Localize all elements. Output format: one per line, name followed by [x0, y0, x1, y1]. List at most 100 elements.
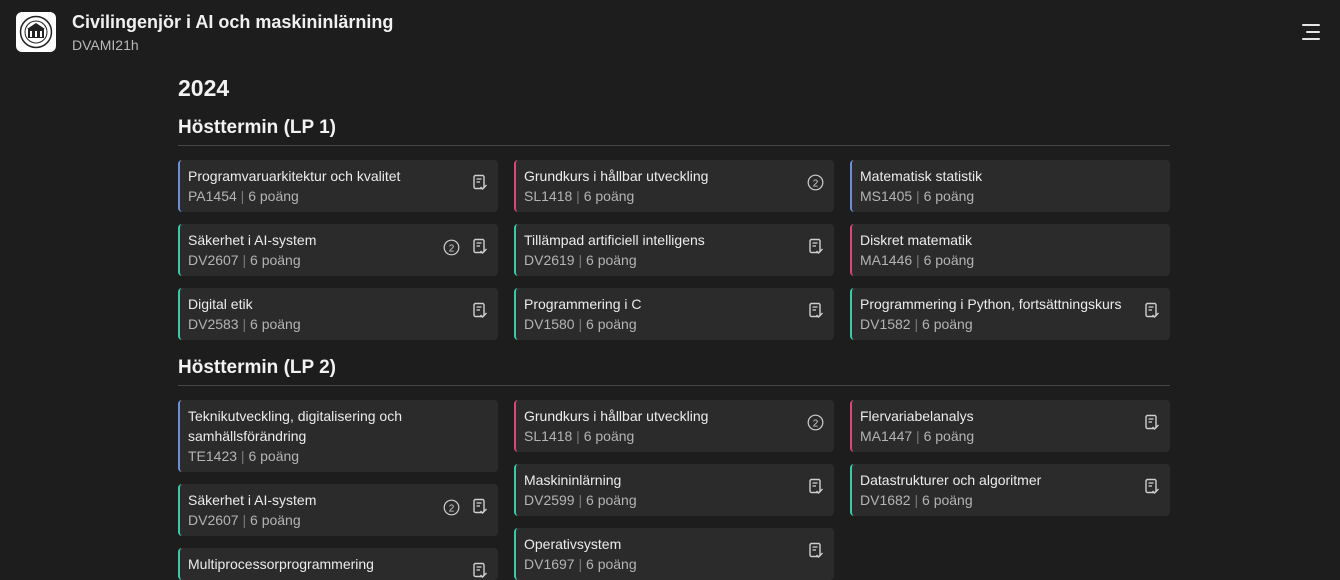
course-name: Flervariabelanalys [860, 408, 974, 424]
course-card[interactable]: Säkerhet i AI-system DV2607 | 6 poäng 2 [178, 224, 498, 276]
svg-text:2: 2 [449, 503, 455, 514]
course-card[interactable]: Multiprocessorprogrammering [178, 548, 498, 580]
circled-two-icon[interactable]: 2 [443, 239, 460, 256]
course-code: DV2583 [188, 316, 239, 332]
course-card[interactable]: Datastrukturer och algoritmer DV1682 | 6 … [850, 464, 1170, 516]
course-points: 6 poäng [248, 448, 300, 464]
course-name: Teknikutveckling, digitalisering och sam… [188, 408, 402, 444]
course-card[interactable]: Programmering i C DV1580 | 6 poäng [514, 288, 834, 340]
document-check-icon[interactable] [472, 498, 488, 516]
course-code: DV2607 [188, 512, 239, 528]
course-icons [1144, 414, 1160, 432]
course-code: MA1446 [860, 252, 913, 268]
course-name: Operativsystem [524, 536, 622, 552]
course-meta: SL1418 | 6 poäng [524, 426, 794, 446]
course-icons [808, 238, 824, 256]
course-code: DV1697 [524, 556, 575, 572]
document-check-icon[interactable] [472, 238, 488, 256]
program-title: Civilingenjör i AI och maskininlärning [72, 12, 394, 32]
course-name: Tillämpad artificiell intelligens [524, 232, 705, 248]
course-name: Datastrukturer och algoritmer [860, 472, 1042, 488]
document-check-icon[interactable] [472, 174, 488, 192]
course-points: 6 poäng [923, 252, 975, 268]
course-code: SL1418 [524, 428, 573, 444]
course-meta: MA1446 | 6 poäng [860, 250, 1130, 270]
course-icons: 2 [443, 498, 488, 516]
separator: | [238, 512, 251, 528]
course-card[interactable]: Grundkurs i hållbar utveckling SL1418 | 6… [514, 160, 834, 212]
document-check-icon[interactable] [808, 302, 824, 320]
course-meta: DV2619 | 6 poäng [524, 250, 794, 270]
course-meta: DV1580 | 6 poäng [524, 314, 794, 334]
circled-two-icon[interactable]: 2 [443, 499, 460, 516]
course-points: 6 poäng [922, 492, 973, 508]
separator: | [574, 316, 587, 332]
course-card[interactable]: Matematisk statistik MS1405 | 6 poäng [850, 160, 1170, 212]
svg-text:2: 2 [813, 178, 819, 189]
course-card[interactable]: Diskret matematik MA1446 | 6 poäng [850, 224, 1170, 276]
course-name: Programvaruarkitektur och kvalitet [188, 168, 401, 184]
course-meta: DV1697 | 6 poäng [524, 554, 794, 574]
svg-text:2: 2 [449, 243, 455, 254]
course-card[interactable]: Digital etik DV2583 | 6 poäng [178, 288, 498, 340]
course-card[interactable]: Flervariabelanalys MA1447 | 6 poäng [850, 400, 1170, 452]
course-icons [1144, 302, 1160, 320]
program-code: DVAMI21h [72, 37, 139, 53]
course-icons [808, 542, 824, 560]
course-points: 6 poäng [583, 188, 635, 204]
document-check-icon[interactable] [472, 562, 488, 580]
course-card[interactable]: Programmering i Python, fortsättningskur… [850, 288, 1170, 340]
course-meta: SL1418 | 6 poäng [524, 186, 794, 206]
document-check-icon[interactable] [808, 478, 824, 496]
document-check-icon[interactable] [472, 302, 488, 320]
course-points: 6 poäng [583, 428, 635, 444]
course-meta: MS1405 | 6 poäng [860, 186, 1130, 206]
course-card[interactable]: Tillämpad artificiell intelligens DV2619 … [514, 224, 834, 276]
course-points: 6 poäng [586, 556, 637, 572]
course-points: 6 poäng [923, 188, 975, 204]
course-meta: DV2583 | 6 poäng [188, 314, 458, 334]
course-code: DV2599 [524, 492, 575, 508]
app-header: Civilingenjör i AI och maskininlärning D… [0, 0, 1340, 64]
course-icons [472, 562, 488, 580]
document-check-icon[interactable] [1144, 302, 1160, 320]
separator: | [910, 492, 923, 508]
circled-two-icon[interactable]: 2 [807, 174, 824, 191]
document-check-icon[interactable] [1144, 414, 1160, 432]
separator: | [238, 316, 251, 332]
separator: | [574, 252, 587, 268]
course-meta: DV2607 | 6 poäng [188, 510, 458, 530]
document-check-icon[interactable] [808, 542, 824, 560]
course-card[interactable]: Grundkurs i hållbar utveckling SL1418 | 6… [514, 400, 834, 452]
document-check-icon[interactable] [1144, 478, 1160, 496]
course-code: DV1580 [524, 316, 575, 332]
course-points: 6 poäng [250, 316, 301, 332]
course-name: Digital etik [188, 296, 253, 312]
separator: | [912, 428, 924, 444]
course-card[interactable]: Operativsystem DV1697 | 6 poäng [514, 528, 834, 580]
term-heading-lp2: Hösttermin (LP 2) [178, 357, 1170, 386]
separator: | [912, 252, 924, 268]
course-points: 6 poäng [923, 428, 975, 444]
course-name: Maskininlärning [524, 472, 622, 488]
course-name: Grundkurs i hållbar utveckling [524, 168, 709, 184]
university-logo[interactable] [16, 12, 56, 52]
course-card[interactable]: Programvaruarkitektur och kvalitet PA1454… [178, 160, 498, 212]
course-icons [808, 302, 824, 320]
course-code: DV2619 [524, 252, 575, 268]
svg-text:2: 2 [813, 418, 819, 429]
course-name: Säkerhet i AI-system [188, 492, 317, 508]
separator: | [912, 188, 924, 204]
circled-two-icon[interactable]: 2 [807, 414, 824, 431]
course-meta: DV2607 | 6 poäng [188, 250, 458, 270]
course-meta: DV1682 | 6 poäng [860, 490, 1130, 510]
document-check-icon[interactable] [808, 238, 824, 256]
separator: | [572, 428, 584, 444]
course-meta: MA1447 | 6 poäng [860, 426, 1130, 446]
course-card[interactable]: Säkerhet i AI-system DV2607 | 6 poäng 2 [178, 484, 498, 536]
course-card[interactable]: Maskininlärning DV2599 | 6 poäng [514, 464, 834, 516]
course-name: Säkerhet i AI-system [188, 232, 317, 248]
course-card[interactable]: Teknikutveckling, digitalisering och sam… [178, 400, 498, 472]
course-points: 6 poäng [586, 252, 637, 268]
hamburger-menu-icon[interactable] [1300, 22, 1320, 42]
